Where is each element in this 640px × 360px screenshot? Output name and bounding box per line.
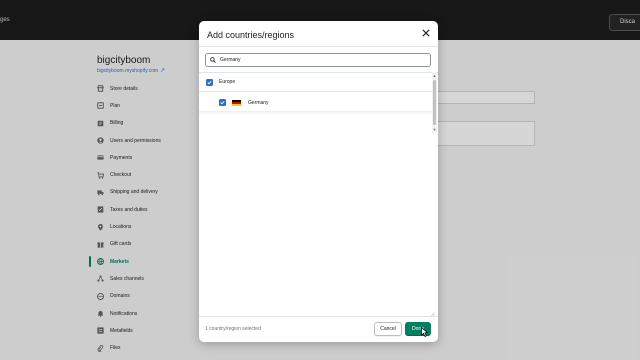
- list-scrollbar[interactable]: ▲ ▼: [432, 72, 437, 133]
- close-icon: [422, 29, 430, 37]
- search-input[interactable]: [220, 57, 420, 63]
- add-countries-modal: Add countries/regions Europe Germany ▲ ▼…: [199, 21, 438, 342]
- list-item-country[interactable]: Germany: [199, 93, 432, 112]
- header-divider: [199, 46, 438, 47]
- close-button[interactable]: [421, 28, 431, 38]
- selection-count: 1 country/region selected: [205, 326, 261, 332]
- germany-flag-icon: [232, 99, 241, 106]
- region-checkbox[interactable]: [206, 78, 213, 86]
- search-field[interactable]: [205, 53, 431, 67]
- list-fade: [199, 111, 432, 115]
- footer-divider: [199, 316, 438, 317]
- country-checkbox[interactable]: [219, 99, 226, 106]
- scroll-down-icon[interactable]: ▼: [432, 127, 437, 132]
- list-item-region[interactable]: Europe: [199, 73, 432, 92]
- scroll-up-icon[interactable]: ▲: [432, 73, 437, 78]
- region-label: Europe: [219, 79, 236, 85]
- scrollbar-thumb[interactable]: [433, 80, 436, 125]
- search-icon: [210, 57, 216, 63]
- cancel-button[interactable]: Cancel: [374, 322, 402, 336]
- mouse-cursor-icon: [421, 327, 428, 337]
- country-label: Germany: [248, 99, 269, 106]
- checkmark-icon: [220, 100, 225, 105]
- modal-title: Add countries/regions: [207, 30, 295, 40]
- checkmark-icon: [207, 80, 212, 84]
